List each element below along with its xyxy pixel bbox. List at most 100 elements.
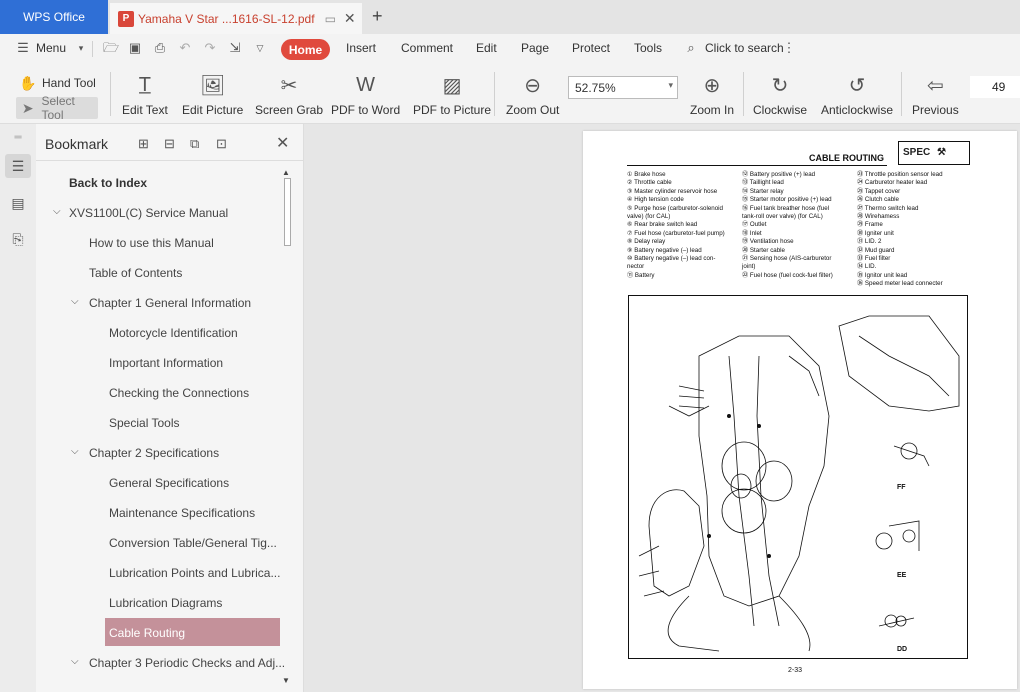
bookmark-item[interactable]: ⌵ XVS1100L(C) Service Manual bbox=[53, 206, 228, 220]
scroll-thumb[interactable] bbox=[284, 178, 291, 246]
search-icon[interactable]: ⌕ bbox=[684, 41, 698, 55]
legend-entry: ㉗ Thermo switch lead bbox=[857, 204, 919, 212]
hand-icon: ✋ bbox=[19, 74, 37, 91]
print-icon[interactable]: ⎙ bbox=[153, 41, 167, 55]
divider bbox=[92, 41, 93, 57]
menu-insert[interactable]: Insert bbox=[346, 41, 376, 55]
menu-tools[interactable]: Tools bbox=[634, 41, 662, 55]
bookmark-item[interactable]: Lubrication Diagrams bbox=[109, 596, 222, 610]
legend-entry: ㉙ Frame bbox=[857, 221, 883, 229]
undo-icon[interactable]: ↶ bbox=[178, 41, 192, 55]
scroll-down-icon[interactable]: ▼ bbox=[282, 676, 290, 685]
bookmark-item[interactable]: Motorcycle Identification bbox=[109, 326, 238, 340]
bookmark-item[interactable]: Conversion Table/General Tig... bbox=[109, 536, 277, 550]
more-chevron-icon[interactable]: ▽ bbox=[253, 41, 267, 55]
legend-entry: ㊱ Speed meter lead connecter bbox=[857, 280, 943, 288]
open-folder-icon[interactable]: 🗁 bbox=[103, 41, 119, 55]
legend-entry: ⑯ Fuel tank breather hose (fuel bbox=[742, 204, 830, 212]
bookmark-item-selected[interactable]: Cable Routing bbox=[109, 626, 185, 640]
collapse-handle-icon[interactable]: ═ bbox=[9, 128, 27, 146]
chevron-down-icon[interactable]: ⌵ bbox=[71, 656, 79, 667]
edit-text-button[interactable]: T̲ Edit Text bbox=[122, 72, 168, 118]
more-options-icon[interactable]: ⋮ bbox=[782, 41, 796, 55]
legend-entry: ⑨ Battery negative (–) lead bbox=[627, 246, 702, 254]
screen-grab-icon: ✂ bbox=[280, 74, 298, 97]
home-tab[interactable]: Home bbox=[281, 39, 330, 60]
document-viewport[interactable]: CABLE ROUTING SPEC ⚒ ① Brake hose ② Throt… bbox=[304, 124, 1020, 692]
bookmark-item[interactable]: Table of Contents bbox=[89, 266, 182, 280]
bookmark-item[interactable]: How to use this Manual bbox=[89, 236, 214, 250]
rotate-anticlockwise-button[interactable]: ↺ Anticlockwise bbox=[821, 72, 894, 118]
bookmark-item[interactable]: Back to Index bbox=[69, 176, 147, 190]
menu-protect[interactable]: Protect bbox=[572, 41, 610, 55]
bookmark-item-label: Chapter 3 Periodic Checks and Adj... bbox=[89, 656, 286, 670]
legend-entry: ① Brake hose bbox=[627, 171, 666, 178]
collapse-all-icon[interactable]: ⊟ bbox=[164, 136, 175, 152]
left-icon-rail: ═ ☰ ▤ ⎘ bbox=[0, 124, 36, 692]
chevron-down-icon[interactable]: ▾ bbox=[668, 80, 673, 91]
document-tab[interactable]: P Yamaha V Star ...1616-SL-12.pdf ▭ ✕ bbox=[110, 3, 362, 34]
chevron-down-icon[interactable]: ⌵ bbox=[71, 296, 79, 307]
menu-comment[interactable]: Comment bbox=[401, 41, 453, 55]
legend-entry: ② Throttle cable bbox=[627, 179, 672, 187]
export-icon[interactable]: ⇲ bbox=[228, 41, 242, 55]
divider bbox=[36, 160, 304, 161]
bookmark-item[interactable]: Important Information bbox=[109, 356, 223, 370]
bookmark-item[interactable]: General Specifications bbox=[109, 476, 229, 490]
hamburger-icon[interactable]: ☰ bbox=[16, 41, 30, 55]
edit-picture-button[interactable]: 🖼 Edit Picture bbox=[182, 72, 244, 118]
search-input[interactable]: Click to search bbox=[705, 41, 784, 55]
legend-entry: ⑧ Delay relay bbox=[627, 238, 666, 246]
rotate-clockwise-button[interactable]: ↻ Clockwise bbox=[753, 72, 807, 118]
attachment-panel-icon[interactable]: ⎘ bbox=[9, 230, 27, 248]
zoom-out-button[interactable]: ⊖ Zoom Out bbox=[506, 72, 559, 118]
new-tab-icon[interactable]: + bbox=[372, 6, 383, 27]
menu-page[interactable]: Page bbox=[521, 41, 549, 55]
add-bookmark-icon[interactable]: ⧉ bbox=[190, 136, 199, 152]
thumbnail-panel-icon[interactable]: ▤ bbox=[9, 194, 27, 212]
previous-page-button[interactable]: ⇦ Previous bbox=[912, 72, 959, 118]
screen-grab-button[interactable]: ✂ Screen Grab bbox=[255, 72, 323, 118]
pdf-to-word-button[interactable]: W PDF to Word bbox=[331, 72, 400, 118]
menu-bar: ☰ Menu ▾ 🗁 ▣ ⎙ ↶ ↷ ⇲ ▽ Home Insert Comme… bbox=[0, 34, 1020, 64]
close-tab-icon[interactable]: ✕ bbox=[344, 10, 356, 27]
chevron-down-icon[interactable]: ⌵ bbox=[71, 446, 79, 457]
bookmark-item[interactable]: ⌵ Chapter 2 Specifications bbox=[71, 446, 219, 460]
pdf-to-picture-icon: ▨ bbox=[442, 74, 462, 97]
pdf-to-picture-button[interactable]: ▨ PDF to Picture bbox=[413, 72, 491, 118]
menu-edit[interactable]: Edit bbox=[476, 41, 497, 55]
hand-tool-button[interactable]: ✋ Hand Tool bbox=[19, 74, 96, 91]
bookmark-panel-icon[interactable]: ☰ bbox=[5, 154, 31, 178]
expand-all-icon[interactable]: ⊞ bbox=[138, 136, 149, 152]
zoom-in-button[interactable]: ⊕ Zoom In bbox=[690, 72, 735, 118]
pdf-page: CABLE ROUTING SPEC ⚒ ① Brake hose ② Throt… bbox=[583, 131, 1017, 689]
wps-office-tab[interactable]: WPS Office bbox=[0, 0, 108, 34]
bookmark-options-icon[interactable]: ⊡ bbox=[216, 136, 227, 152]
legend-entry: valve) (for CAL) bbox=[627, 213, 671, 221]
bookmark-item[interactable]: Maintenance Specifications bbox=[109, 506, 255, 520]
bookmark-item[interactable]: ⌵ Chapter 3 Periodic Checks and Adj... bbox=[71, 656, 286, 670]
bookmark-item[interactable]: Special Tools bbox=[109, 416, 180, 430]
bookmark-item[interactable]: Lubrication Points and Lubrica... bbox=[109, 566, 280, 580]
chevron-down-icon[interactable]: ⌵ bbox=[53, 206, 61, 217]
legend-entry: ㉒ Fuel hose (fuel cock-fuel filter) bbox=[742, 271, 833, 279]
bookmark-scrollbar[interactable]: ▲ ▼ bbox=[282, 168, 292, 688]
anticlockwise-label: Anticlockwise bbox=[821, 103, 894, 117]
window-icon[interactable]: ▭ bbox=[325, 12, 336, 26]
edit-picture-label: Edit Picture bbox=[182, 103, 244, 117]
legend-entry: ⑮ Starter motor positive (+) lead bbox=[742, 196, 832, 204]
bookmark-item[interactable]: ⌵ Chapter 1 General Information bbox=[71, 296, 251, 310]
close-panel-icon[interactable]: ✕ bbox=[276, 133, 289, 153]
scroll-up-icon[interactable]: ▲ bbox=[282, 168, 290, 177]
menu-button[interactable]: Menu bbox=[36, 41, 66, 55]
chevron-down-icon[interactable]: ▾ bbox=[74, 41, 88, 55]
zoom-in-label: Zoom In bbox=[690, 103, 735, 117]
page-number-input[interactable]: 49 bbox=[970, 76, 1020, 98]
zoom-in-icon: ⊕ bbox=[703, 74, 721, 97]
select-tool-button[interactable]: ➤ Select Tool bbox=[16, 94, 98, 122]
save-icon[interactable]: ▣ bbox=[128, 41, 142, 55]
bookmark-item[interactable]: Checking the Connections bbox=[109, 386, 249, 400]
zoom-level-select[interactable]: 52.75% ▾ bbox=[568, 76, 678, 99]
redo-icon[interactable]: ↷ bbox=[203, 41, 217, 55]
page-number-value: 49 bbox=[992, 80, 1006, 94]
